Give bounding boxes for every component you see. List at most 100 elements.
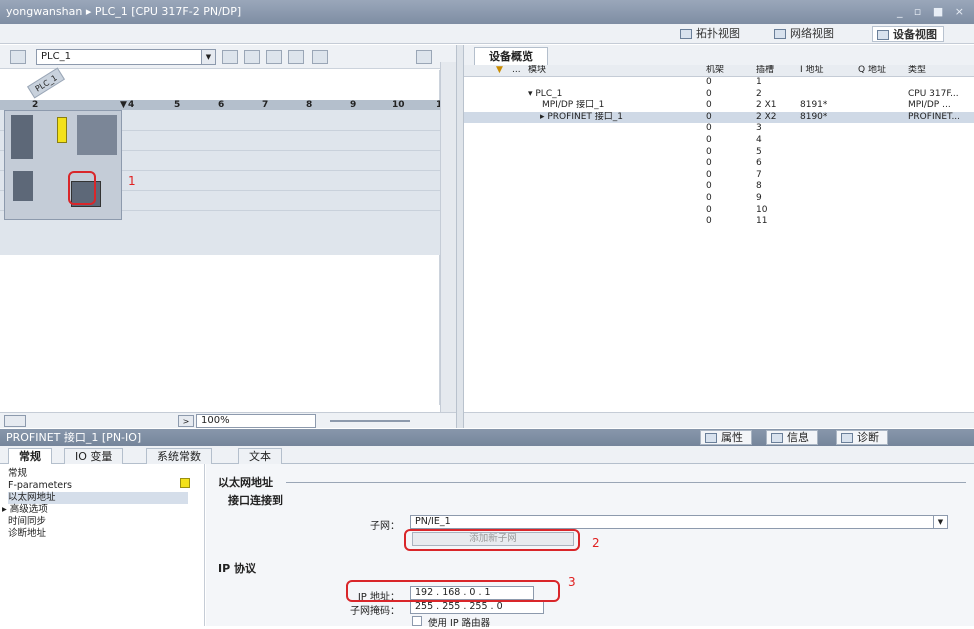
- window-controls[interactable]: _ ▫ ■ ×: [897, 0, 968, 24]
- cell-slot: 3: [756, 123, 762, 134]
- toolbar-icon-3[interactable]: [266, 50, 282, 64]
- nav-f-parameters[interactable]: F-parameters: [8, 480, 72, 492]
- col-rack[interactable]: 机架: [706, 65, 724, 76]
- table-row[interactable]: 0 11: [464, 216, 974, 228]
- cell-slot: 10: [756, 204, 768, 215]
- network-view-button[interactable]: 网络视图: [770, 26, 840, 42]
- annotation-3: 3: [568, 575, 576, 589]
- col-type[interactable]: 类型: [908, 65, 926, 76]
- subtab-system-constants[interactable]: 系统常数: [146, 448, 212, 464]
- nav-ethernet-address[interactable]: 以太网地址: [8, 492, 188, 504]
- table-row[interactable]: 09: [464, 193, 974, 205]
- col-module[interactable]: 模块: [528, 65, 546, 76]
- cell-slot: 7: [756, 169, 762, 180]
- table-row[interactable]: MPI/DP 接口_1 0 2 X1 8191* MPI/DP ...: [464, 100, 974, 112]
- cell-rack: 0: [706, 88, 712, 99]
- nav-time-sync[interactable]: 时间同步: [8, 516, 46, 528]
- diagnostics-icon: [841, 433, 853, 443]
- subtab-general[interactable]: 常规: [8, 448, 52, 464]
- cell-slot: 4: [756, 135, 762, 145]
- toolbar-icon-1[interactable]: [222, 50, 238, 64]
- col-q-address[interactable]: Q 地址: [858, 65, 886, 76]
- plc-module[interactable]: [4, 110, 122, 220]
- nav-general[interactable]: 常规: [8, 468, 27, 480]
- scroll-right-button[interactable]: >: [178, 415, 194, 427]
- pane-splitter[interactable]: [456, 45, 464, 428]
- zoom-select[interactable]: 100%: [196, 414, 316, 428]
- device-toolbar: PLC_1 ▼: [0, 45, 456, 69]
- tab-diagnostics[interactable]: 诊断: [836, 430, 888, 445]
- table-row[interactable]: ▾ PLC_1 0 2 CPU 317F...: [464, 89, 974, 101]
- cell-rack: 0: [706, 100, 712, 111]
- tab-properties[interactable]: 属性: [700, 430, 752, 445]
- chevron-down-icon[interactable]: ▼: [933, 516, 947, 528]
- table-row[interactable]: 07: [464, 170, 974, 182]
- topology-view-button[interactable]: 拓扑视图: [676, 26, 746, 42]
- properties-nav: 常规 F-parameters 以太网地址 ▸ 高级选项 时间同步 诊断地址: [0, 464, 205, 626]
- cell-rack: 0: [706, 77, 712, 87]
- device-canvas[interactable]: PLC_1 2 ▼ 4 5 6 7 8 9 10 1: [0, 67, 442, 405]
- device-overview-table[interactable]: ▼ ... 模块 机架 插槽 I 地址 Q 地址 类型 0 1 ▾ PLC_1 0 2 C…: [464, 65, 974, 410]
- col-slot[interactable]: 插槽: [756, 65, 774, 76]
- topology-icon: [680, 29, 692, 39]
- slot-arrow-icon: ▼: [120, 100, 127, 110]
- col-i-address[interactable]: I 地址: [800, 65, 824, 76]
- status-led: [57, 117, 67, 143]
- filter-icon[interactable]: ▼: [496, 65, 503, 76]
- table-row[interactable]: 08: [464, 181, 974, 193]
- properties-subtabs: 常规 IO 变量 系统常数 文本: [0, 446, 974, 464]
- cell-type: MPI/DP ...: [908, 100, 951, 111]
- cell-rack: 0: [706, 204, 712, 215]
- ip-section-title: IP 协议: [218, 562, 256, 575]
- cell-slot: 11: [756, 216, 768, 227]
- cell-slot: 2 X1: [756, 100, 777, 111]
- subtab-io-tags[interactable]: IO 变量: [64, 448, 124, 464]
- nav-diagnostic-address[interactable]: 诊断地址: [8, 528, 46, 540]
- ethernet-section-title: 以太网地址: [218, 476, 273, 489]
- properties-icon: [705, 433, 717, 443]
- chevron-down-icon[interactable]: ▼: [201, 50, 215, 64]
- nav-advanced-options[interactable]: ▸ 高级选项: [2, 504, 48, 516]
- rack-slot-header: 2 ▼ 4 5 6 7 8 9 10 1: [0, 100, 442, 110]
- subtab-texts[interactable]: 文本: [238, 448, 282, 464]
- device-icon: [877, 30, 889, 40]
- subnet-select[interactable]: PN/IE_1 ▼: [410, 515, 948, 529]
- canvas-vertical-scrollbar[interactable]: [440, 62, 456, 412]
- table-row[interactable]: 03: [464, 123, 974, 135]
- station-label: PLC_1: [27, 67, 65, 99]
- overview-tab-bar: 设备概览: [464, 45, 974, 65]
- toolbar-icon-2[interactable]: [244, 50, 260, 64]
- toolbar-icon-4[interactable]: [288, 50, 304, 64]
- annotation-2: 2: [592, 536, 600, 550]
- tab-info[interactable]: 信息: [766, 430, 818, 445]
- device-view-button[interactable]: 设备视图: [872, 26, 944, 42]
- subnet-mask-input[interactable]: 255 . 255 . 255 . 0: [410, 600, 544, 614]
- cell-rack: 0: [706, 169, 712, 180]
- table-row[interactable]: 05: [464, 147, 974, 159]
- cpu-panel: [11, 115, 33, 159]
- info-icon: [771, 433, 783, 443]
- cell-rack: 0: [706, 123, 712, 134]
- table-row[interactable]: 01: [464, 77, 974, 89]
- device-select[interactable]: PLC_1 ▼: [36, 49, 216, 65]
- cell-rack: 0: [706, 158, 712, 169]
- table-row[interactable]: 0 10: [464, 205, 974, 217]
- use-router-label: 使用 IP 路由器: [428, 618, 491, 629]
- table-row[interactable]: 06: [464, 158, 974, 170]
- device-tree-icon[interactable]: [10, 50, 26, 64]
- view-switcher-bar: 拓扑视图 网络视图 设备视图: [0, 24, 974, 44]
- cell-module: ▾ PLC_1: [528, 88, 563, 99]
- subnet-label: 子网：: [370, 521, 400, 532]
- cell-slot: 2 X2: [756, 111, 777, 122]
- cell-rack: 0: [706, 193, 712, 203]
- overview-horizontal-scrollbar[interactable]: [464, 412, 974, 428]
- tab-device-overview[interactable]: 设备概览: [474, 47, 548, 65]
- use-router-checkbox[interactable]: [412, 616, 422, 626]
- scroll-left-button[interactable]: [4, 415, 26, 427]
- table-row[interactable]: 04: [464, 135, 974, 147]
- zoom-icon[interactable]: [312, 50, 328, 64]
- collapse-icon[interactable]: [416, 50, 432, 64]
- table-row[interactable]: ▸ PROFINET 接口_1 0 2 X2 8190* PROFINET...: [464, 111, 974, 124]
- zoom-slider[interactable]: [330, 420, 410, 422]
- cell-rack: 0: [706, 181, 712, 192]
